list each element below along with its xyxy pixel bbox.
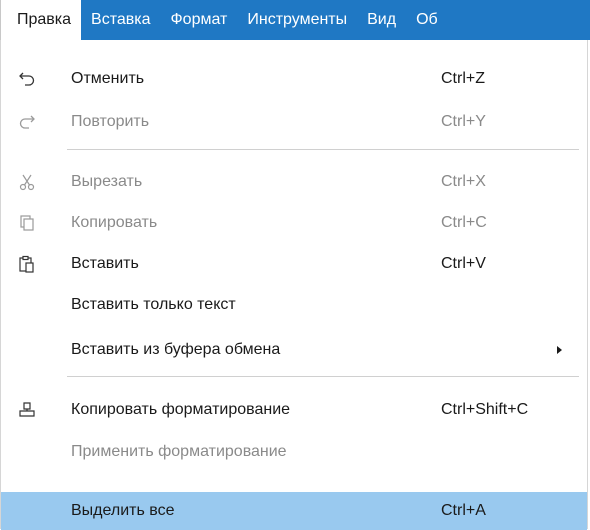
menu-item-apply-formatting[interactable]: Применить форматирование xyxy=(1,434,587,470)
cut-label: Вырезать xyxy=(71,173,143,190)
menu-format[interactable]: Формат xyxy=(161,0,238,40)
format-painter-icon xyxy=(17,400,37,420)
redo-shortcut: Ctrl+Y xyxy=(441,113,486,130)
select-all-label: Выделить все xyxy=(71,502,175,519)
copy-shortcut: Ctrl+C xyxy=(441,214,487,231)
menu-item-select-all[interactable]: Выделить все Ctrl+A xyxy=(1,492,587,530)
menu-instrumenty[interactable]: Инструменты xyxy=(237,0,357,40)
paste-text-only-label: Вставить только текст xyxy=(71,296,236,313)
menu-separator xyxy=(67,149,579,150)
menu-item-copy[interactable]: Копировать Ctrl+C xyxy=(1,205,587,241)
menu-vstavka[interactable]: Вставка xyxy=(81,0,160,40)
menu-item-cut[interactable]: Вырезать Ctrl+X xyxy=(1,164,587,200)
menu-separator xyxy=(67,376,579,377)
submenu-arrow-icon xyxy=(557,346,562,354)
menu-bar: Правка Вставка Формат Инструменты Вид Об xyxy=(0,0,590,40)
cut-shortcut: Ctrl+X xyxy=(441,173,486,190)
scissors-icon xyxy=(17,172,37,192)
redo-icon xyxy=(17,112,37,132)
redo-label: Повторить xyxy=(71,113,150,130)
menu-item-undo[interactable]: Отменить Ctrl+Z xyxy=(1,61,587,97)
menu-pravka[interactable]: Правка xyxy=(0,0,82,40)
menu-vid[interactable]: Вид xyxy=(357,0,406,40)
copy-formatting-label: Копировать форматирование xyxy=(71,401,291,418)
paste-icon xyxy=(17,254,37,274)
undo-icon xyxy=(17,69,37,89)
undo-label: Отменить xyxy=(71,70,145,87)
menu-item-paste-from-clipboard[interactable]: Вставить из буфера обмена xyxy=(1,332,587,368)
copy-formatting-shortcut: Ctrl+Shift+C xyxy=(441,401,529,418)
copy-label: Копировать xyxy=(71,214,158,231)
menu-item-redo[interactable]: Повторить Ctrl+Y xyxy=(1,104,587,140)
menu-ob[interactable]: Об xyxy=(406,0,448,40)
edit-dropdown-menu: Отменить Ctrl+Z Повторить Ctrl+Y Вырезат… xyxy=(0,40,588,530)
menu-item-paste[interactable]: Вставить Ctrl+V xyxy=(1,246,587,282)
menu-item-copy-formatting[interactable]: Копировать форматирование Ctrl+Shift+C xyxy=(1,392,587,428)
paste-label: Вставить xyxy=(71,255,139,272)
paste-shortcut: Ctrl+V xyxy=(441,255,486,272)
copy-icon xyxy=(17,213,37,233)
paste-from-clipboard-label: Вставить из буфера обмена xyxy=(71,341,281,358)
apply-formatting-label: Применить форматирование xyxy=(71,443,287,460)
undo-shortcut: Ctrl+Z xyxy=(441,70,485,87)
select-all-shortcut: Ctrl+A xyxy=(441,502,486,519)
menu-item-paste-text-only[interactable]: Вставить только текст xyxy=(1,287,587,323)
